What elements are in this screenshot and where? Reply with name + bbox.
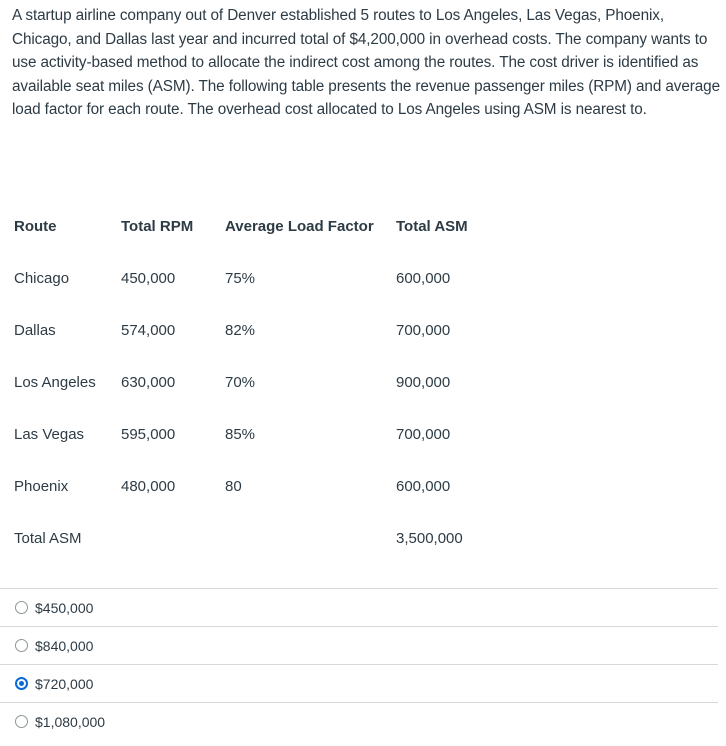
load-factor-cell: 82% <box>225 322 256 339</box>
answer-option[interactable]: $840,000 <box>0 626 718 664</box>
radio-button[interactable] <box>15 677 28 690</box>
load-factor-cell: 70% <box>225 374 256 391</box>
route-cell: Dallas <box>14 322 56 339</box>
answer-label: $1,080,000 <box>35 713 106 730</box>
asm-cell: 600,000 <box>396 478 451 495</box>
answer-option[interactable]: $720,000 <box>0 664 718 702</box>
rpm-cell: 595,000 <box>121 426 176 443</box>
question-text: A startup airline company out of Denver … <box>12 7 720 118</box>
route-cell: Los Angeles <box>14 374 96 391</box>
header-average-load-factor: Average Load Factor <box>225 218 374 235</box>
route-cell: Chicago <box>14 270 70 287</box>
route-cell: Las Vegas <box>14 426 85 443</box>
answer-option[interactable]: $1,080,000 <box>0 702 718 740</box>
rpm-cell: 480,000 <box>121 478 176 495</box>
route-cell: Phoenix <box>14 478 69 495</box>
asm-cell: 700,000 <box>396 426 451 443</box>
asm-cell: 600,000 <box>396 270 451 287</box>
answer-label: $450,000 <box>35 599 94 616</box>
answer-option[interactable]: $450,000 <box>0 588 718 626</box>
asm-cell: 900,000 <box>396 374 451 391</box>
answer-label: $720,000 <box>35 675 94 692</box>
answer-label: $840,000 <box>35 637 94 654</box>
rpm-cell: 630,000 <box>121 374 176 391</box>
total-asm-cell: 3,500,000 <box>396 530 463 547</box>
load-factor-cell: 80 <box>225 478 242 495</box>
rpm-cell: 574,000 <box>121 322 176 339</box>
header-total-asm: Total ASM <box>396 218 468 235</box>
rpm-cell: 450,000 <box>121 270 176 287</box>
load-factor-cell: 85% <box>225 426 256 443</box>
radio-button[interactable] <box>15 715 28 728</box>
header-total-rpm: Total RPM <box>121 218 194 235</box>
answer-options: $450,000 $840,000 $720,000 $1,080,000 <box>0 588 718 740</box>
radio-button[interactable] <box>15 639 28 652</box>
load-factor-cell: 75% <box>225 270 256 287</box>
total-label-cell: Total ASM <box>14 530 82 547</box>
radio-button[interactable] <box>15 601 28 614</box>
asm-cell: 700,000 <box>396 322 451 339</box>
header-route: Route <box>14 218 57 235</box>
